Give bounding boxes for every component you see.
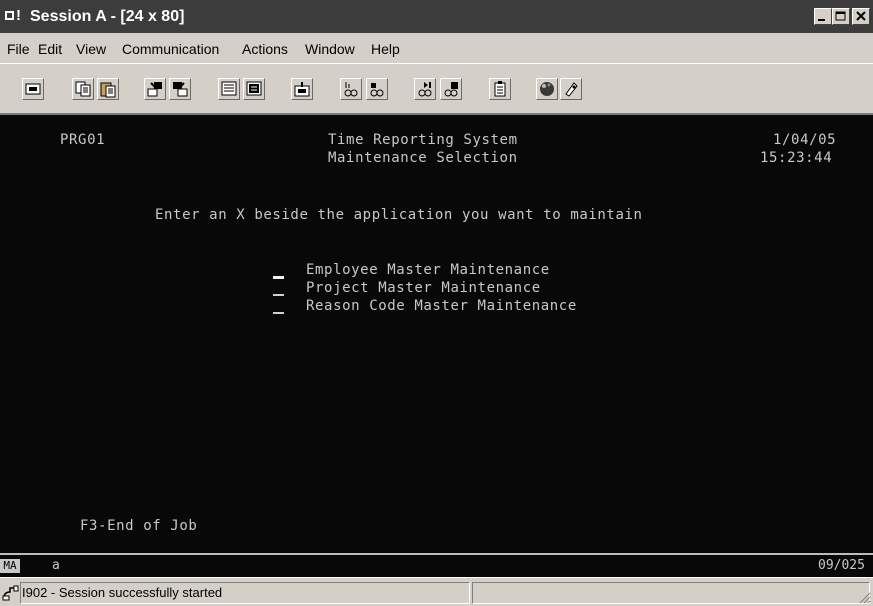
- paste-icon[interactable]: [97, 78, 119, 100]
- toolbar: [0, 63, 873, 113]
- menu-communication[interactable]: Communication: [122, 41, 219, 57]
- stop-macro-icon[interactable]: [414, 78, 436, 100]
- option-label-employee: Employee Master Maintenance: [306, 262, 550, 278]
- option-field-project[interactable]: [273, 294, 284, 296]
- record-macro-icon[interactable]: [340, 78, 362, 100]
- menu-help[interactable]: Help: [371, 41, 400, 57]
- menu-edit[interactable]: Edit: [38, 41, 62, 57]
- oia-tag: MA: [0, 559, 20, 573]
- session-icon[interactable]: !: [5, 8, 21, 23]
- print-screen-icon[interactable]: [22, 78, 44, 100]
- maximize-button[interactable]: [832, 8, 850, 25]
- minimize-icon: [818, 19, 825, 21]
- clipboard-icon[interactable]: [489, 78, 511, 100]
- macro-icon[interactable]: [291, 78, 313, 100]
- status-message: I902 - Session successfully started: [22, 585, 223, 600]
- instruction-text: Enter an X beside the application you wa…: [155, 207, 643, 223]
- close-button[interactable]: [852, 8, 870, 25]
- system-title: Time Reporting System: [328, 132, 518, 148]
- screen-title: Maintenance Selection: [328, 150, 518, 166]
- play-macro-icon[interactable]: [366, 78, 388, 100]
- option-label-reason-code: Reason Code Master Maintenance: [306, 298, 577, 314]
- system-date: 1/04/05: [773, 132, 837, 148]
- support-icon[interactable]: [560, 78, 582, 100]
- palette-icon[interactable]: [536, 78, 558, 100]
- system-time: 15:23:44: [760, 150, 833, 166]
- title-bar: ! Session A - [24 x 80]: [0, 0, 873, 33]
- function-key-legend: F3-End of Job: [80, 518, 198, 534]
- option-field-reason-code[interactable]: [273, 312, 284, 314]
- operator-info-area: MA a 09/025: [0, 553, 873, 577]
- minimize-button[interactable]: [814, 8, 832, 25]
- cursor-position: 09/025: [818, 558, 865, 573]
- send-file-icon[interactable]: [144, 78, 166, 100]
- menu-view[interactable]: View: [76, 41, 106, 57]
- close-icon: [856, 11, 866, 21]
- keyboard-map-icon[interactable]: [243, 78, 265, 100]
- status-bar: I902 - Session successfully started: [0, 577, 873, 606]
- menu-window[interactable]: Window: [305, 41, 355, 57]
- menu-actions[interactable]: Actions: [242, 41, 288, 57]
- oia-indicator: a: [52, 558, 60, 573]
- status-extra-panel: [472, 582, 870, 604]
- option-field-employee[interactable]: [273, 276, 284, 279]
- program-id: PRG01: [60, 132, 106, 148]
- session-status-icon: [2, 584, 20, 602]
- run-macro-icon[interactable]: [440, 78, 462, 100]
- receive-file-icon[interactable]: [169, 78, 191, 100]
- option-label-project: Project Master Maintenance: [306, 280, 541, 296]
- terminal-screen[interactable]: PRG01 Time Reporting System Maintenance …: [0, 113, 873, 553]
- menu-bar: File Edit View Communication Actions Win…: [0, 33, 873, 63]
- resize-grip-icon[interactable]: [857, 590, 871, 604]
- copy-icon[interactable]: [72, 78, 94, 100]
- menu-file[interactable]: File: [7, 41, 30, 57]
- maximize-icon: [835, 11, 846, 21]
- window-title: Session A - [24 x 80]: [30, 8, 185, 25]
- display-settings-icon[interactable]: [218, 78, 240, 100]
